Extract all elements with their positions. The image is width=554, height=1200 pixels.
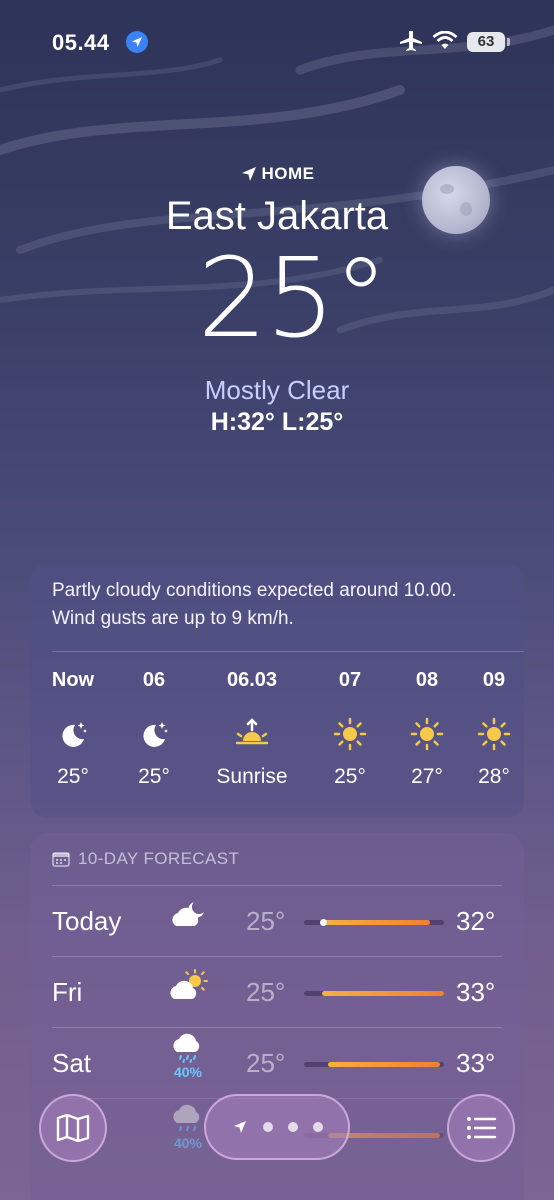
hour-item: 08 27° xyxy=(387,669,467,789)
temperature-range-fill xyxy=(324,920,430,925)
hourly-summary: Partly cloudy conditions expected around… xyxy=(52,580,457,629)
cloud-moon-icon xyxy=(166,896,210,946)
hour-temperature: 25° xyxy=(334,765,366,788)
forecast-day: Fri xyxy=(52,977,83,1007)
calendar-icon xyxy=(52,852,70,867)
weather-header: HOME East Jakarta 25° Mostly Clear H:32°… xyxy=(0,164,554,437)
hour-temperature: 25° xyxy=(138,765,170,788)
sun-icon xyxy=(310,717,390,757)
map-button[interactable] xyxy=(39,1094,107,1162)
temperature-range-bar xyxy=(304,1062,444,1067)
moon-stars-icon xyxy=(33,717,113,757)
hour-temperature: Sunrise xyxy=(216,765,288,788)
divider xyxy=(52,651,524,652)
status-bar: 05.44 63 xyxy=(0,28,554,58)
sunrise-icon xyxy=(202,717,302,757)
temperature-range-fill xyxy=(322,991,444,996)
location-page-indicator[interactable] xyxy=(204,1094,350,1160)
forecast-day: Today xyxy=(52,906,122,936)
hour-label: 08 xyxy=(415,669,439,691)
location-arrow-icon xyxy=(233,1121,246,1133)
forecast-high: 33° xyxy=(456,1048,496,1078)
hour-label: 06 xyxy=(142,669,166,691)
forecast-day: Sat xyxy=(52,1048,92,1078)
current-temperature: 25° xyxy=(197,234,389,362)
hour-item: 06 25° xyxy=(114,669,194,789)
location-arrow-icon xyxy=(126,31,148,53)
current-condition: Mostly Clear xyxy=(204,375,350,405)
forecast-high: 32° xyxy=(456,906,496,936)
forecast-low: 25° xyxy=(246,906,286,936)
page-dot xyxy=(287,1122,298,1132)
forecast-row[interactable]: Fri 25° 33° xyxy=(52,956,502,1027)
page-dot xyxy=(262,1122,273,1132)
status-time: 05.44 xyxy=(52,30,110,55)
moon-stars-icon xyxy=(114,717,194,757)
forecast-row[interactable]: Today 25° 32° xyxy=(52,885,502,956)
wifi-icon xyxy=(432,30,458,56)
page-dot xyxy=(312,1122,323,1132)
location-arrow-icon xyxy=(241,167,256,181)
forecast-header: 10-DAY FORECAST xyxy=(52,849,239,869)
location-list-button[interactable] xyxy=(447,1094,515,1162)
airplane-icon xyxy=(398,29,424,59)
hour-item: 07 25° xyxy=(310,669,390,789)
temperature-range-fill xyxy=(328,1062,440,1067)
hour-label: 06.03 xyxy=(226,669,278,691)
forecast-low: 25° xyxy=(246,1048,286,1078)
home-location-label: HOME xyxy=(240,164,315,184)
temperature-range-bar xyxy=(304,991,444,996)
precipitation-chance: 40% xyxy=(173,1135,203,1151)
forecast-title: 10-DAY FORECAST xyxy=(78,849,240,868)
cloud-sun-icon xyxy=(166,967,210,1017)
city-name: East Jakarta xyxy=(165,194,389,238)
list-icon xyxy=(467,1117,497,1139)
hour-item: 06.03 Sunrise xyxy=(202,669,302,789)
hour-temperature: 27° xyxy=(411,765,443,788)
precipitation-chance: 40% xyxy=(173,1064,203,1080)
hour-label: Now xyxy=(51,669,95,691)
cloud-rain-icon: 40% xyxy=(166,1032,210,1082)
high-low-temperature: H:32° L:25° xyxy=(210,408,344,436)
forecast-row[interactable]: Sat 40% 25° 33° xyxy=(52,1027,502,1098)
forecast-low: 25° xyxy=(246,977,286,1007)
hourly-forecast-panel[interactable]: Partly cloudy conditions expected around… xyxy=(30,563,524,818)
hour-temperature: 25° xyxy=(57,765,89,788)
hour-item: 09 28° xyxy=(464,669,524,789)
current-temperature-dot xyxy=(320,919,327,926)
home-label-text: HOME xyxy=(261,164,315,183)
hour-label: 09 xyxy=(482,669,506,691)
sun-icon xyxy=(387,717,467,757)
sun-icon xyxy=(464,717,524,757)
hour-item: Now 25° xyxy=(33,669,113,789)
battery-indicator: 63 xyxy=(467,32,510,52)
hour-label: 07 xyxy=(338,669,362,691)
forecast-high: 33° xyxy=(456,977,496,1007)
map-icon xyxy=(56,1113,90,1143)
temperature-range-bar xyxy=(304,919,444,926)
hour-temperature: 28° xyxy=(478,765,510,788)
